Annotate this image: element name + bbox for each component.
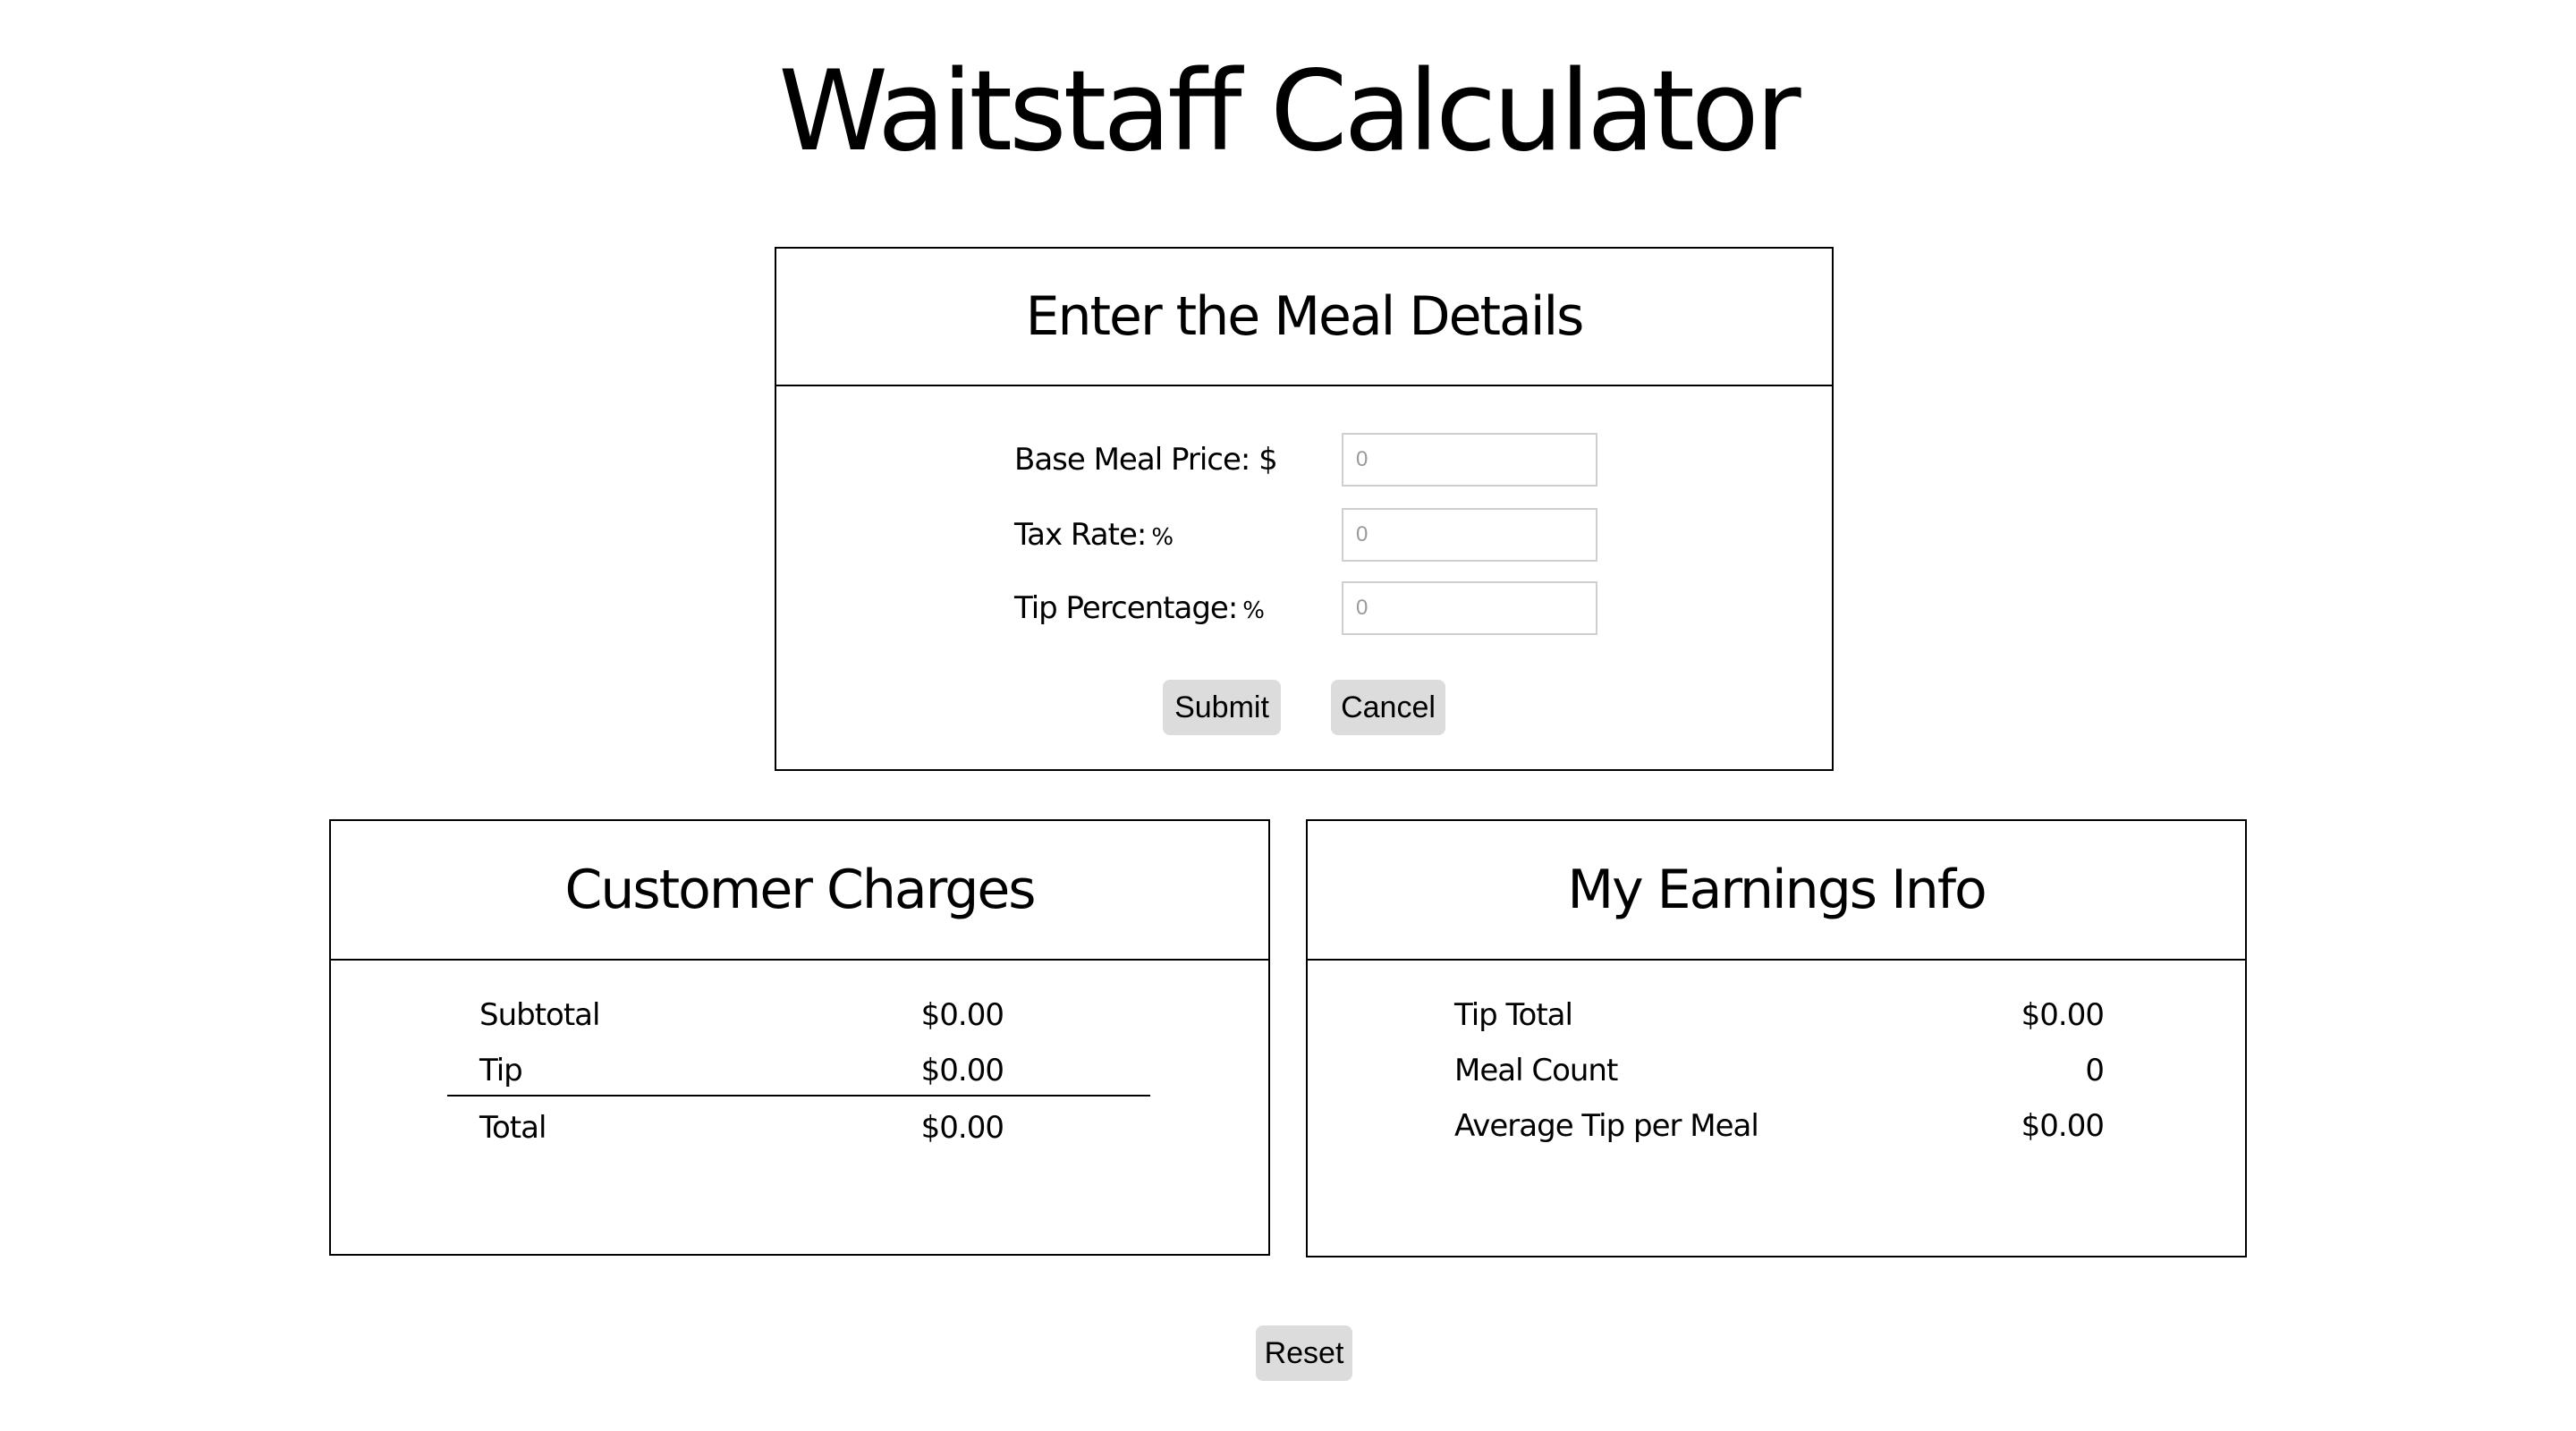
earnings-panel: My Earnings Info Tip Total $0.00 Meal Co… xyxy=(1306,819,2247,1257)
customer-charges-header: Customer Charges xyxy=(331,821,1268,961)
average-tip-label: Average Tip per Meal xyxy=(1454,1108,1759,1144)
tip-percentage-unit: % xyxy=(1242,597,1265,624)
tip-total-value: $0.00 xyxy=(2021,997,2105,1033)
tip-total-label: Tip Total xyxy=(1454,997,1573,1033)
cancel-button[interactable]: Cancel xyxy=(1331,680,1445,735)
tip-total-row: Tip Total $0.00 xyxy=(1454,993,2105,1037)
meal-details-header: Enter the Meal Details xyxy=(776,249,1832,386)
total-divider xyxy=(447,1095,1150,1097)
subtotal-value: $0.00 xyxy=(920,997,1004,1033)
total-label: Total xyxy=(479,1110,547,1146)
reset-button[interactable]: Reset xyxy=(1256,1325,1352,1381)
tip-percentage-input[interactable] xyxy=(1342,581,1597,635)
total-value: $0.00 xyxy=(920,1110,1004,1146)
tip-label: Tip xyxy=(479,1053,523,1088)
customer-charges-panel: Customer Charges Subtotal $0.00 Tip $0.0… xyxy=(329,819,1270,1256)
base-meal-price-row: Base Meal Price: $ xyxy=(1014,433,1597,487)
subtotal-row: Subtotal $0.00 xyxy=(479,993,1004,1037)
tip-percentage-row: Tip Percentage:% xyxy=(1014,581,1597,635)
tax-rate-label: Tax Rate:% xyxy=(1014,517,1174,553)
tax-rate-row: Tax Rate:% xyxy=(1014,508,1597,562)
meal-details-panel: Enter the Meal Details Base Meal Price: … xyxy=(775,247,1834,771)
tip-row: Tip $0.00 xyxy=(479,1048,1004,1093)
earnings-heading: My Earnings Info xyxy=(1567,859,1987,921)
customer-charges-heading: Customer Charges xyxy=(564,859,1036,921)
meal-count-row: Meal Count 0 xyxy=(1454,1048,2105,1093)
submit-button[interactable]: Submit xyxy=(1163,680,1281,735)
meal-count-label: Meal Count xyxy=(1454,1053,1618,1088)
tax-rate-input[interactable] xyxy=(1342,508,1597,562)
page-title: Waitstaff Calculator xyxy=(778,47,1801,176)
average-tip-value: $0.00 xyxy=(2021,1108,2105,1144)
subtotal-label: Subtotal xyxy=(479,997,600,1033)
tip-value: $0.00 xyxy=(920,1053,1004,1088)
base-meal-price-label: Base Meal Price: $ xyxy=(1014,442,1278,478)
earnings-header: My Earnings Info xyxy=(1308,821,2245,961)
base-meal-price-input[interactable] xyxy=(1342,433,1597,487)
meal-count-value: 0 xyxy=(2085,1053,2105,1088)
tip-percentage-label: Tip Percentage:% xyxy=(1014,590,1265,626)
meal-details-heading: Enter the Meal Details xyxy=(1025,285,1585,348)
tax-rate-unit: % xyxy=(1151,524,1174,551)
total-row: Total $0.00 xyxy=(479,1105,1004,1150)
average-tip-row: Average Tip per Meal $0.00 xyxy=(1454,1104,2105,1148)
